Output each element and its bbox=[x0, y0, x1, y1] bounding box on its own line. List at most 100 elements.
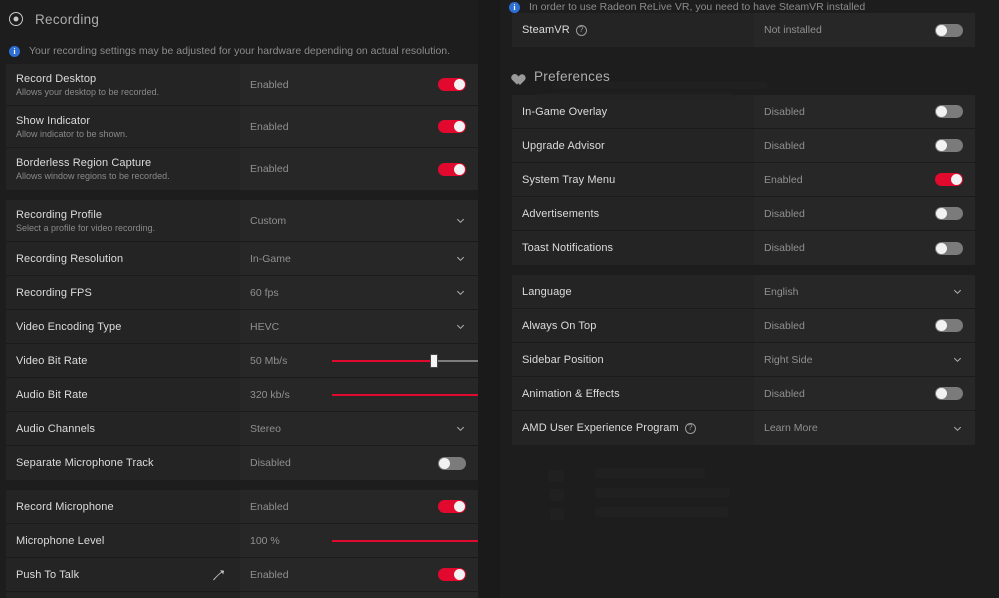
setting-toggle[interactable] bbox=[935, 207, 963, 220]
setting-slider[interactable] bbox=[332, 534, 500, 548]
setting-row[interactable]: Audio Channels Stereo bbox=[6, 412, 478, 446]
help-icon[interactable]: ? bbox=[575, 24, 587, 36]
setting-row[interactable]: Recording Profile Select a profile for vi… bbox=[6, 200, 478, 242]
chevron-down-icon[interactable] bbox=[455, 423, 466, 434]
setting-value-cell[interactable]: 50 Mb/s bbox=[240, 344, 500, 377]
background-artifact bbox=[548, 470, 564, 482]
setting-value-cell[interactable]: Custom bbox=[240, 200, 478, 241]
setting-row[interactable]: Advertisements Disabled bbox=[512, 197, 975, 231]
setting-label: SteamVR? bbox=[522, 24, 754, 36]
setting-value-cell[interactable]: HEVC bbox=[240, 310, 478, 343]
setting-value-cell[interactable]: English bbox=[754, 275, 975, 308]
setting-row[interactable]: Show Indicator Allow indicator to be show… bbox=[6, 106, 478, 148]
setting-toggle[interactable] bbox=[438, 120, 466, 133]
setting-label-cell: Push To Talk bbox=[6, 558, 240, 591]
chevron-down-icon[interactable] bbox=[952, 423, 963, 434]
setting-row[interactable]: Language English bbox=[512, 275, 975, 309]
setting-toggle[interactable] bbox=[935, 173, 963, 186]
setting-row[interactable]: Animation & Effects Disabled bbox=[512, 377, 975, 411]
setting-toggle[interactable] bbox=[438, 456, 466, 470]
setting-value-cell[interactable]: Enabled bbox=[240, 558, 478, 591]
setting-value-cell[interactable]: Disabled bbox=[754, 377, 975, 410]
setting-toggle[interactable] bbox=[935, 23, 963, 37]
setting-value-cell[interactable]: Enabled bbox=[754, 163, 975, 196]
setting-label: Sidebar Position bbox=[522, 354, 754, 366]
setting-slider[interactable] bbox=[332, 388, 500, 402]
setting-toggle[interactable] bbox=[438, 500, 466, 513]
setting-value-cell[interactable]: Disabled bbox=[754, 95, 975, 128]
setting-row[interactable]: Audio BoostOff bbox=[6, 592, 478, 598]
setting-value-cell[interactable]: Enabled bbox=[240, 64, 478, 105]
setting-label-text: Always On Top bbox=[522, 319, 597, 332]
setting-value-cell[interactable]: Enabled bbox=[240, 106, 478, 147]
chevron-down-icon[interactable] bbox=[455, 321, 466, 332]
setting-label-text: Animation & Effects bbox=[522, 387, 620, 400]
setting-value-cell[interactable]: Off bbox=[240, 592, 478, 598]
setting-row[interactable]: Video Encoding Type HEVC bbox=[6, 310, 478, 344]
setting-value-cell[interactable]: Disabled bbox=[754, 197, 975, 230]
setting-row[interactable]: Recording FPS 60 fps bbox=[6, 276, 478, 310]
setting-label-cell: In-Game Overlay bbox=[512, 95, 754, 128]
setting-row[interactable]: Recording Resolution In-Game bbox=[6, 242, 478, 276]
setting-row[interactable]: Record Microphone Enabled bbox=[6, 490, 478, 524]
setting-value-text: Disabled bbox=[764, 319, 805, 332]
setting-label-cell: Advertisements bbox=[512, 197, 754, 230]
setting-value-text: Enabled bbox=[764, 173, 803, 186]
setting-row[interactable]: Upgrade Advisor Disabled bbox=[512, 129, 975, 163]
radeon-software-settings: Recording i Your recording settings may … bbox=[0, 0, 999, 598]
setting-value-cell[interactable]: Not installed bbox=[754, 13, 975, 47]
setting-label-text: Language bbox=[522, 285, 572, 298]
shortcut-arrow-icon[interactable] bbox=[212, 568, 226, 582]
chevron-down-icon[interactable] bbox=[952, 354, 963, 365]
chevron-down-icon[interactable] bbox=[455, 253, 466, 264]
setting-toggle[interactable] bbox=[935, 105, 963, 118]
setting-row[interactable]: Push To Talk Enabled bbox=[6, 558, 478, 592]
setting-value-cell[interactable]: Disabled bbox=[240, 446, 478, 480]
setting-label-cell: Microphone Level bbox=[6, 524, 240, 557]
setting-row[interactable]: Video Bit Rate 50 Mb/s bbox=[6, 344, 500, 378]
setting-label-text: AMD User Experience Program bbox=[522, 422, 679, 434]
setting-toggle[interactable] bbox=[935, 319, 963, 332]
setting-label: Video Bit Rate bbox=[16, 355, 240, 367]
setting-value-cell[interactable]: Stereo bbox=[240, 412, 478, 445]
setting-row[interactable]: In-Game Overlay Disabled bbox=[512, 95, 975, 129]
setting-row[interactable]: Always On Top Disabled bbox=[512, 309, 975, 343]
setting-row[interactable]: Toast Notifications Disabled bbox=[512, 231, 975, 265]
setting-toggle[interactable] bbox=[935, 241, 963, 255]
setting-value-cell[interactable]: 100 % bbox=[240, 524, 500, 557]
setting-value-cell[interactable]: Disabled bbox=[754, 309, 975, 342]
setting-value-cell[interactable]: Enabled bbox=[240, 148, 478, 190]
setting-toggle[interactable] bbox=[438, 78, 466, 91]
setting-value-cell[interactable]: 320 kb/s bbox=[240, 378, 500, 411]
setting-value-cell[interactable]: Right Side bbox=[754, 343, 975, 376]
setting-row[interactable]: System Tray Menu Enabled bbox=[512, 163, 975, 197]
setting-toggle[interactable] bbox=[438, 568, 466, 581]
setting-value-cell[interactable]: Disabled bbox=[754, 231, 975, 265]
setting-row[interactable]: Audio Bit Rate 320 kb/s bbox=[6, 378, 500, 412]
setting-row[interactable]: Record Desktop Allows your desktop to be … bbox=[6, 64, 478, 106]
setting-slider[interactable] bbox=[332, 353, 500, 368]
setting-toggle[interactable] bbox=[438, 162, 466, 176]
setting-toggle[interactable] bbox=[935, 139, 963, 152]
help-icon[interactable]: ? bbox=[684, 422, 696, 434]
setting-value-cell[interactable]: Enabled bbox=[240, 490, 478, 523]
setting-value-cell[interactable]: Disabled bbox=[754, 129, 975, 162]
setting-row[interactable]: AMD User Experience Program? Learn More bbox=[512, 411, 975, 445]
setting-toggle[interactable] bbox=[935, 387, 963, 400]
chevron-down-icon[interactable] bbox=[455, 215, 466, 226]
setting-row[interactable]: Sidebar Position Right Side bbox=[512, 343, 975, 377]
recording-section-title: Recording bbox=[35, 11, 100, 27]
setting-label-text: Video Bit Rate bbox=[16, 354, 88, 367]
setting-label: Microphone Level bbox=[16, 535, 240, 547]
setting-value-cell[interactable]: Learn More bbox=[754, 411, 975, 445]
slider-thumb[interactable] bbox=[430, 353, 439, 368]
setting-value-cell[interactable]: 60 fps bbox=[240, 276, 478, 309]
setting-row[interactable]: Microphone Level 100 % bbox=[6, 524, 500, 558]
chevron-down-icon[interactable] bbox=[952, 286, 963, 297]
chevron-down-icon[interactable] bbox=[455, 287, 466, 298]
setting-row[interactable]: SteamVR? Not installed bbox=[512, 13, 975, 47]
setting-row[interactable]: Borderless Region Capture Allows window r… bbox=[6, 148, 478, 190]
setting-sublabel: Allows window regions to be recorded. bbox=[16, 171, 170, 181]
setting-row[interactable]: Separate Microphone Track Disabled bbox=[6, 446, 478, 480]
setting-value-cell[interactable]: In-Game bbox=[240, 242, 478, 275]
